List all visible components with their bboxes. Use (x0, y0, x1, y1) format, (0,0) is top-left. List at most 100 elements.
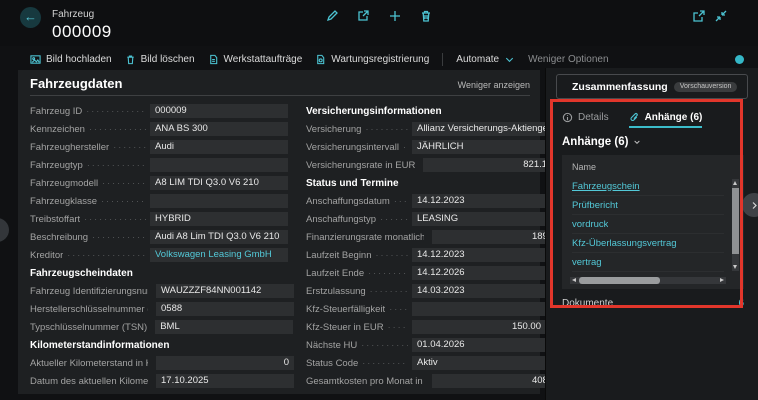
dotted-leader: ········································… (394, 196, 408, 206)
field-value[interactable]: Audi A8 Lim TDI Q3.0 V6 210 (150, 230, 288, 244)
field-label: Laufzeit Beginn (306, 250, 372, 261)
attachment-link[interactable]: Kfz-Überlassungsvertrag (572, 238, 677, 249)
attachment-link[interactable]: vordruck (572, 219, 608, 230)
dotted-leader: ········································… (67, 250, 146, 260)
field-row: Typschlüsselnummer (TSN)················… (30, 320, 288, 334)
field-value[interactable]: A8 LIM TDI Q3.0 V6 210 (150, 176, 288, 190)
field-value[interactable]: 14.12.2023 (412, 248, 546, 262)
horizontal-scroll-thumb[interactable] (579, 277, 660, 284)
field-row: Fahrzeughersteller······················… (30, 140, 288, 154)
field-value[interactable]: 01.04.2026 (412, 338, 546, 352)
action-bild-loeschen[interactable]: Bild löschen (125, 54, 195, 65)
field-value[interactable]: 000009 (150, 104, 288, 118)
field-value[interactable]: BML (155, 320, 293, 334)
field-row: Kreditor ································… (30, 248, 288, 262)
field-label: Erstzulassung (306, 286, 366, 297)
field-label: Status Code (306, 358, 358, 369)
attachment-row: Kfz-Überlassungsvertrag (572, 234, 724, 253)
service-document-icon (315, 54, 326, 65)
scroll-right-icon[interactable] (720, 278, 724, 282)
add-icon[interactable] (388, 9, 404, 25)
collapse-icon[interactable] (714, 9, 730, 25)
field-value[interactable] (150, 158, 288, 172)
edit-icon[interactable] (325, 9, 341, 25)
field-label: Fahrzeughersteller (30, 142, 109, 153)
dotted-leader: ········································… (362, 358, 408, 368)
field-value[interactable]: 14.12.2026 (412, 266, 546, 280)
back-button[interactable]: ← (20, 7, 41, 28)
field-value[interactable]: 150.00 (412, 320, 546, 334)
field-value[interactable]: JÄHRLICH (412, 140, 546, 154)
field-value[interactable]: LEASING (412, 212, 546, 226)
field-value[interactable]: 17.10.2025 (156, 374, 294, 388)
summary-header[interactable]: Zusammenfassung Vorschauversion (556, 74, 748, 99)
dotted-leader: ········································… (365, 124, 408, 134)
documents-summary: Dokumente 6 (562, 298, 744, 309)
horizontal-scrollbar[interactable] (570, 277, 726, 284)
dotted-leader: ········································… (389, 304, 408, 314)
show-less-link[interactable]: Weniger anzeigen (458, 80, 530, 90)
attachments-title[interactable]: Anhänge (6) (562, 136, 744, 148)
field-row: Kennzeichen·····························… (30, 122, 288, 136)
field-value[interactable]: 0 (156, 356, 294, 370)
action-weniger-optionen[interactable]: Weniger Optionen (528, 54, 608, 65)
dotted-leader: ········································… (403, 142, 408, 152)
field-value[interactable]: HYBRID (150, 212, 288, 226)
attachment-row: Fahrzeugschein (572, 177, 724, 196)
attachment-link[interactable]: vertrag (572, 257, 602, 268)
field-value[interactable]: Audi (150, 140, 288, 154)
field-row: Versicherungsrate in EUR················… (306, 158, 546, 172)
field-value[interactable]: 0588 (156, 302, 294, 316)
field-label: Herstellerschlüsselnummer (HS... (30, 304, 148, 315)
dotted-leader: ········································… (361, 340, 408, 350)
fields-column-middle: VersicherungsinformationenVersicherung··… (306, 104, 546, 392)
field-label: Versicherungsrate in EUR (306, 160, 415, 171)
field-row: Laufzeit Beginn·························… (306, 248, 546, 262)
field-label: Aktueller Kilometerstand in KM (30, 358, 148, 369)
tab-anhaenge[interactable]: Anhänge (6) (629, 112, 703, 128)
action-automate[interactable]: Automate (456, 54, 515, 65)
field-label: Typschlüsselnummer (TSN) (30, 322, 147, 333)
share-icon[interactable] (356, 9, 372, 25)
field-value[interactable]: 14.03.2023 (412, 284, 546, 298)
vertical-scrollbar[interactable] (732, 179, 739, 271)
documents-count[interactable]: 6 (738, 298, 744, 309)
info-circle-icon (562, 112, 573, 123)
field-label: Treibstoffart (30, 214, 80, 225)
section-subheader: Status und Termine (306, 176, 546, 190)
field-value[interactable]: 821.17 (423, 158, 557, 172)
documents-label: Dokumente (562, 298, 613, 309)
field-value[interactable]: Aktiv (412, 356, 546, 370)
info-indicator-icon[interactable] (735, 55, 744, 64)
field-value[interactable] (412, 302, 546, 316)
attachments-panel: Anhänge (6) Name FahrzeugscheinPrüfberic… (562, 136, 744, 309)
vertical-scroll-thumb[interactable] (732, 188, 739, 254)
attachment-link[interactable]: Prüfbericht (572, 200, 618, 211)
field-value[interactable]: ANA BS 300 (150, 122, 288, 136)
chevron-left-icon (0, 226, 2, 235)
field-label: Anschaffungstyp (306, 214, 376, 225)
open-in-window-icon[interactable] (692, 9, 708, 25)
scroll-up-icon[interactable] (733, 181, 737, 185)
delete-icon[interactable] (419, 9, 435, 25)
field-value[interactable]: WAUZZZF84NN001142 (156, 284, 294, 298)
field-value[interactable] (150, 194, 288, 208)
section-title: Fahrzeugdaten (30, 76, 122, 91)
action-bild-hochladen[interactable]: Bild hochladen (30, 54, 112, 65)
action-werkstattauftraege[interactable]: Werkstattaufträge (208, 54, 303, 65)
field-label: Fahrzeugklasse (30, 196, 97, 207)
field-row: Fahrzeug ID·····························… (30, 104, 288, 118)
tab-details[interactable]: Details (562, 112, 609, 128)
page-caption: Fahrzeug (52, 9, 94, 20)
field-label: Kreditor (30, 250, 63, 261)
navigation-expand-button[interactable] (0, 218, 9, 242)
field-value[interactable]: Allianz Versicherungs-Aktiengesellschaft (412, 122, 546, 136)
field-value[interactable]: 14.12.2023 (412, 194, 546, 208)
field-value-link[interactable]: Volkswagen Leasing GmbH (150, 248, 288, 262)
scroll-down-icon[interactable] (733, 265, 737, 269)
field-row: Fahrzeugklasse··························… (30, 194, 288, 208)
action-wartungsregistrierung[interactable]: Wartungsregistrierung (315, 54, 429, 65)
scroll-left-icon[interactable] (572, 278, 576, 282)
field-label: Kfz-Steuerfälligkeit (306, 304, 385, 315)
attachment-link[interactable]: Fahrzeugschein (572, 181, 640, 192)
